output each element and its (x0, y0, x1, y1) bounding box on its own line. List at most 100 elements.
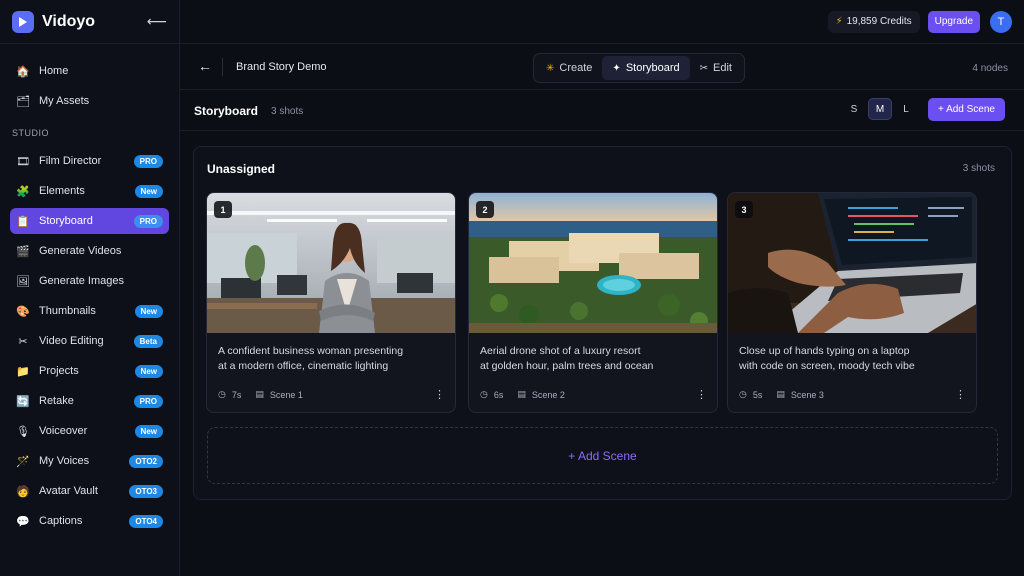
scene-duration: 6s (493, 389, 504, 400)
upgrade-button[interactable]: Upgrade (927, 10, 980, 33)
sidebar-item-voiceover[interactable]: 🎙 Voiceover New (10, 418, 169, 444)
scene-meta: ◷ 7s ▤ Scene 1 (218, 389, 303, 400)
wand-icon: 🪄 (16, 455, 30, 468)
sidebar-item-generate-videos[interactable]: 🎬 Generate Videos (10, 238, 169, 264)
back-arrow-icon[interactable]: ← (198, 58, 212, 74)
add-scene-button[interactable]: + Add Scene (928, 98, 1005, 121)
microphone-icon: 🎙 (16, 425, 30, 438)
sidebar-item-retake[interactable]: 🔄 Retake PRO (10, 388, 169, 414)
sidebar-item-avatar-vault[interactable]: 🧑 Avatar Vault OTO3 (10, 478, 169, 504)
user-avatar[interactable]: T (990, 10, 1012, 33)
scene-description-line: A confident business woman presenting (218, 345, 404, 357)
retake-icon: 🔄 (16, 395, 30, 408)
sidebar-item-label: Elements (39, 185, 85, 197)
tab-edit[interactable]: ✂ Edit (690, 56, 742, 80)
sparkle-icon: ✳ (546, 62, 555, 74)
card-size-toggle: S M L (842, 98, 918, 120)
scene-label: Scene 3 (790, 389, 824, 400)
scene-meta: ◷ 6s ▤ Scene 2 (480, 389, 565, 400)
play-logo-icon (12, 10, 34, 33)
sidebar-nav: 🏠 Home 🗂 My Assets STUDIO 🎞 Film Directo… (0, 44, 179, 534)
scene-description-line: at a modern office, cinematic lighting (218, 360, 389, 372)
scene-description-line: Aerial drone shot of a luxury resort (480, 345, 641, 357)
unassigned-group: Unassigned 3 shots 1 A confident busines… (193, 146, 1012, 500)
film-icon: 🎞 (16, 155, 30, 168)
divider (222, 58, 223, 76)
sidebar-item-label: My Assets (39, 95, 90, 107)
scene-card[interactable]: 3 Close up of hands typing on a laptop w… (727, 192, 977, 413)
scissors-icon: ✂ (699, 62, 709, 74)
sidebar-item-projects[interactable]: 📁 Projects New (10, 358, 169, 384)
more-options-icon[interactable]: ⋮ (955, 388, 966, 401)
sidebar-item-label: Projects (39, 365, 79, 377)
tab-storyboard[interactable]: ✦ Storyboard (602, 56, 690, 80)
sidebar-item-label: Avatar Vault (39, 485, 98, 497)
sidebar-item-label: Video Editing (39, 335, 104, 347)
film-strip-icon: ▤ (255, 389, 264, 399)
scissors-icon: ✂ (18, 335, 28, 348)
sidebar-item-captions[interactable]: 💬 Captions OTO4 (10, 508, 169, 534)
sidebar-item-storyboard[interactable]: 📋 Storyboard PRO (10, 208, 169, 234)
speech-bubble-icon: 💬 (16, 515, 30, 528)
sidebar-item-label: Voiceover (39, 425, 88, 437)
folder-icon: 🗂 (16, 95, 30, 108)
sidebar-item-film-director[interactable]: 🎞 Film Director PRO (10, 148, 169, 174)
scene-thumbnail-resort: 2 (469, 193, 717, 333)
group-title: Unassigned (207, 162, 276, 176)
scene-label: Scene 1 (269, 389, 303, 400)
grid-icon: ✦ (612, 62, 621, 74)
sidebar-item-label: Film Director (39, 155, 102, 167)
sidebar-item-my-voices[interactable]: 🪄 My Voices OTO2 (10, 448, 169, 474)
sidebar-item-elements[interactable]: 🧩 Elements New (10, 178, 169, 204)
sidebar: Vidoyo ⟵ 🏠 Home 🗂 My Assets STUDIO 🎞 Fil… (0, 0, 180, 576)
sidebar-item-home[interactable]: 🏠 Home (10, 58, 169, 84)
sidebar-item-video-editing[interactable]: ✂ Video Editing Beta (10, 328, 169, 354)
section-label-studio: STUDIO (12, 128, 50, 138)
badge-beta: Beta (133, 334, 163, 348)
scene-duration: 7s (231, 389, 242, 400)
sidebar-item-label: My Voices (39, 455, 90, 467)
clapperboard-icon: 🎬 (16, 245, 30, 258)
size-medium-button[interactable]: M (868, 98, 892, 120)
scene-card[interactable]: 2 Aerial drone shot of a luxury resort a… (468, 192, 718, 413)
app-name: Vidoyo (42, 12, 96, 30)
scene-duration: 5s (752, 389, 763, 400)
tab-create[interactable]: ✳ Create (536, 56, 602, 80)
scene-card[interactable]: 1 A confident business woman presenting … (206, 192, 456, 413)
clock-icon: ◷ (739, 389, 747, 399)
scene-meta: ◷ 5s ▤ Scene 3 (739, 389, 824, 400)
add-scene-dropzone[interactable]: + Add Scene (207, 427, 998, 484)
sidebar-item-thumbnails[interactable]: 🎨 Thumbnails New (10, 298, 169, 324)
sidebar-item-label: Retake (39, 395, 74, 407)
collapse-sidebar-icon[interactable]: ⟵ (147, 13, 167, 30)
scene-description: A confident business woman presenting at… (218, 344, 443, 374)
sidebar-item-label: Home (39, 65, 69, 77)
credits-display[interactable]: ⚡ 19,859 Credits (827, 10, 920, 33)
size-small-button[interactable]: S (842, 98, 866, 120)
scene-number: 1 (214, 201, 232, 218)
shot-count: 3 shots (271, 106, 304, 117)
scene-number: 3 (735, 201, 753, 218)
scene-thumbnail-laptop: 3 (728, 193, 976, 333)
tab-label: Create (559, 62, 593, 74)
badge-pro: PRO (133, 214, 163, 228)
scene-label: Scene 2 (531, 389, 565, 400)
home-icon: 🏠 (16, 65, 30, 78)
more-options-icon[interactable]: ⋮ (696, 388, 707, 401)
scene-thumbnail-office: 1 (207, 193, 455, 333)
group-shot-count: 3 shots (962, 163, 995, 174)
sidebar-item-label: Thumbnails (39, 305, 96, 317)
sidebar-item-label: Captions (39, 515, 83, 527)
tab-label: Storyboard (625, 62, 680, 74)
more-options-icon[interactable]: ⋮ (434, 388, 445, 401)
scene-description: Aerial drone shot of a luxury resort at … (480, 344, 705, 374)
mode-tabs: ✳ Create ✦ Storyboard ✂ Edit (533, 53, 745, 83)
badge-oto3: OTO3 (129, 484, 163, 498)
palette-icon: 🎨 (16, 305, 30, 318)
scene-description-line: with code on screen, moody tech vibe (739, 360, 915, 372)
size-large-button[interactable]: L (894, 98, 918, 120)
sidebar-item-label: Generate Videos (39, 245, 122, 257)
sidebar-item-generate-images[interactable]: 🖼 Generate Images (10, 268, 169, 294)
sidebar-item-my-assets[interactable]: 🗂 My Assets (10, 88, 169, 114)
scene-description-line: at golden hour, palm trees and ocean (480, 360, 654, 372)
